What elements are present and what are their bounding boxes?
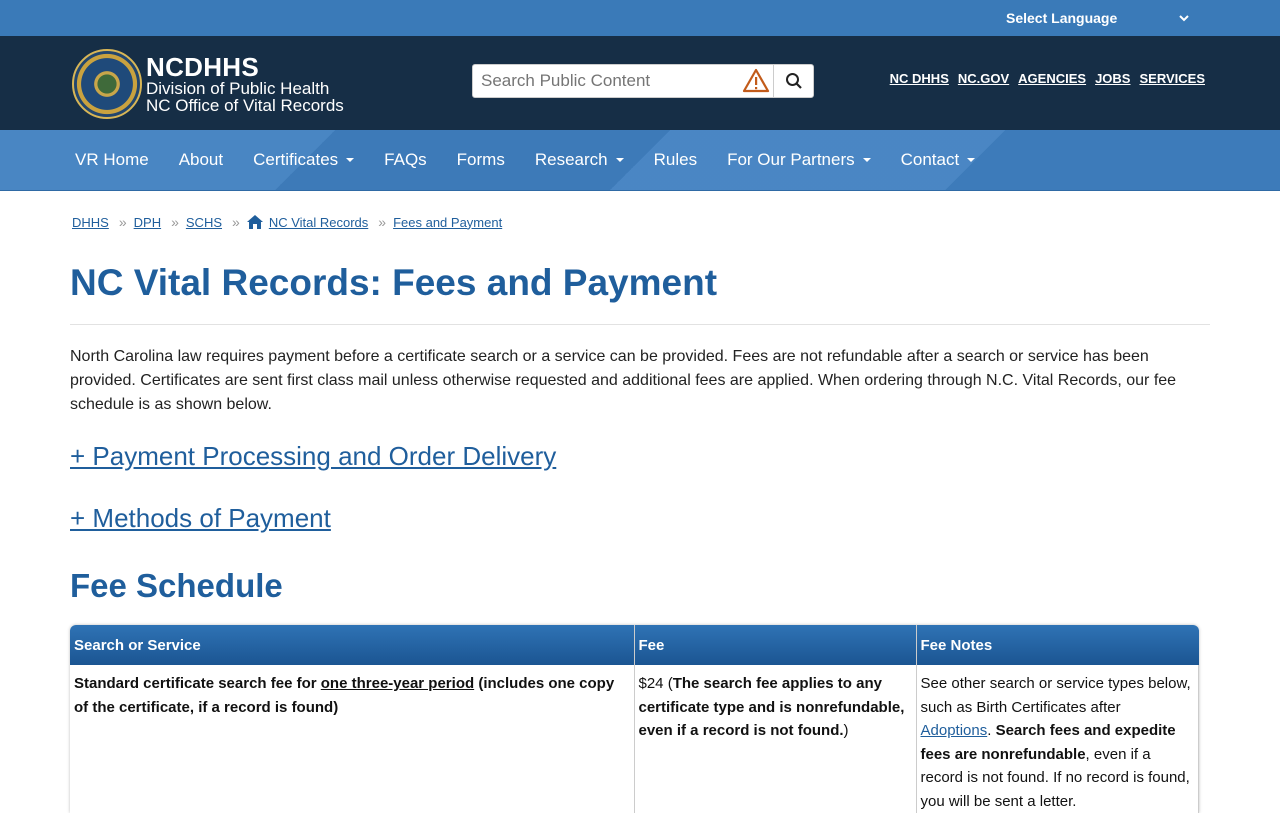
nav-item-faqs[interactable]: FAQs: [369, 150, 442, 170]
search-icon: [785, 73, 802, 89]
search-input[interactable]: [473, 65, 741, 97]
breadcrumb: DHHS » DPH » SCHS » NC Vital Records » F…: [72, 214, 502, 230]
notes-cell: See other search or service types below,…: [915, 665, 1199, 813]
top-link-nc-dhhs[interactable]: NC DHHS: [890, 71, 949, 86]
search-button[interactable]: [773, 65, 813, 97]
nav-item-contact[interactable]: Contact: [886, 150, 991, 170]
nav-item-research[interactable]: Research: [520, 150, 639, 170]
chevron-down-icon: [1179, 15, 1189, 22]
brand-office: NC Office of Vital Records: [146, 96, 344, 115]
breadcrumb-schs[interactable]: SCHS: [186, 215, 222, 230]
nc-seal-logo[interactable]: [72, 49, 142, 119]
column-header-service: Search or Service: [70, 625, 634, 665]
page-title: NC Vital Records: Fees and Payment: [70, 262, 718, 303]
top-link-jobs[interactable]: JOBS: [1095, 71, 1130, 86]
language-bar: Select Language: [0, 0, 1280, 36]
breadcrumb-separator-icon: »: [171, 214, 179, 230]
accordion-methods-of-payment[interactable]: + Methods of Payment: [70, 503, 331, 534]
table-row: Standard certificate search fee for one …: [70, 665, 1199, 813]
caret-down-icon: [862, 158, 871, 162]
main-nav: VR Home About Certificates FAQs Forms Re…: [0, 130, 1280, 191]
breadcrumb-separator-icon: »: [378, 214, 386, 230]
intro-paragraph: North Carolina law requires payment befo…: [70, 348, 1177, 413]
fee-schedule-heading: Fee Schedule: [70, 567, 283, 604]
fee-table: Search or Service Fee Fee Notes Standard…: [70, 625, 1199, 813]
top-links: NC DHHS NC.GOV AGENCIES JOBS SERVICES: [890, 71, 1205, 86]
caret-down-icon: [967, 158, 976, 162]
site-header: NCDHHS Division of Public Health NC Offi…: [0, 36, 1280, 130]
brand-division: Division of Public Health: [146, 79, 330, 98]
service-cell: Standard certificate search fee for one …: [70, 665, 635, 813]
breadcrumb-dph[interactable]: DPH: [134, 215, 161, 230]
column-header-notes: Fee Notes: [915, 625, 1199, 665]
top-link-agencies[interactable]: AGENCIES: [1018, 71, 1086, 86]
warning-icon: [742, 68, 770, 93]
column-header-fee: Fee: [633, 625, 916, 665]
nav-item-rules[interactable]: Rules: [639, 150, 712, 170]
nav-item-about[interactable]: About: [164, 150, 238, 170]
language-select-label: Select Language: [1006, 10, 1118, 26]
nav-item-forms[interactable]: Forms: [442, 150, 520, 170]
nav-item-partners[interactable]: For Our Partners: [712, 150, 886, 170]
breadcrumb-separator-icon: »: [118, 214, 127, 230]
nav-item-vr-home[interactable]: VR Home: [60, 150, 164, 170]
top-link-services[interactable]: SERVICES: [1139, 71, 1205, 86]
caret-down-icon: [615, 158, 624, 162]
language-select[interactable]: Select Language: [1000, 0, 1196, 36]
breadcrumb-separator-icon: »: [232, 214, 240, 230]
breadcrumb-fees-payment[interactable]: Fees and Payment: [393, 215, 502, 230]
brand-name[interactable]: NCDHHS: [146, 53, 259, 81]
adoptions-link[interactable]: Adoptions: [921, 722, 988, 739]
fee-cell: $24 (The search fee applies to any certi…: [633, 665, 917, 813]
breadcrumb-vital-records[interactable]: NC Vital Records: [269, 215, 368, 230]
accordion-payment-processing[interactable]: + Payment Processing and Order Delivery: [70, 441, 556, 472]
home-icon: [246, 215, 263, 229]
search-box: [472, 64, 814, 98]
title-divider: [70, 324, 1210, 325]
top-link-nc-gov[interactable]: NC.GOV: [958, 71, 1009, 86]
breadcrumb-dhhs[interactable]: DHHS: [72, 215, 109, 230]
caret-down-icon: [346, 158, 355, 162]
nav-item-certificates[interactable]: Certificates: [238, 150, 369, 170]
